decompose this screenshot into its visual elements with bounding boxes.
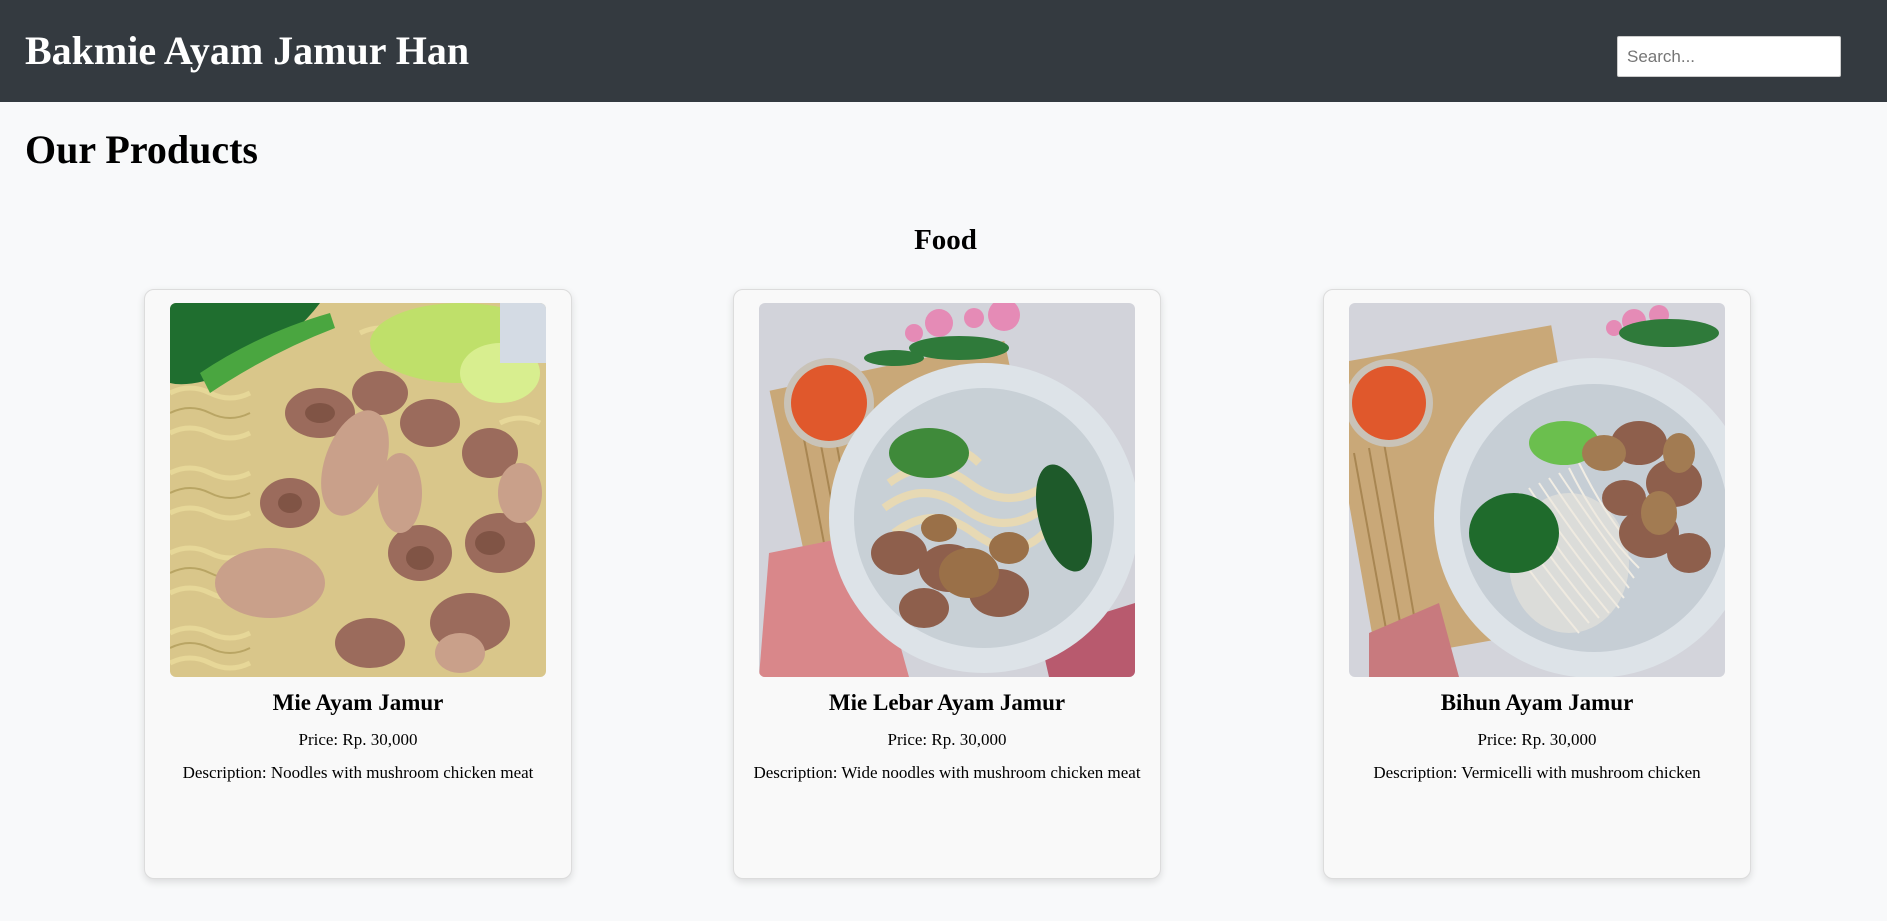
product-image[interactable] [759,303,1135,677]
product-card[interactable]: Bihun Ayam Jamur Price: Rp. 30,000 Descr… [1323,289,1751,879]
product-card[interactable]: Mie Lebar Ayam Jamur Price: Rp. 30,000 D… [733,289,1161,879]
section-title-food: Food [914,224,977,256]
product-name: Bihun Ayam Jamur [1440,690,1634,715]
product-image[interactable] [170,303,546,677]
search-input[interactable] [1617,36,1841,77]
product-price: Price: Rp. 30,000 [887,730,1007,749]
product-name: Mie Lebar Ayam Jamur [828,690,1066,715]
product-image[interactable] [1349,303,1725,677]
product-price: Price: Rp. 30,000 [1477,730,1597,749]
product-description: Description: Vermicelli with mushroom ch… [1373,763,1701,782]
page-title: Our Products [25,127,258,172]
product-description: Description: Noodles with mushroom chick… [182,763,534,782]
brand-title[interactable]: Bakmie Ayam Jamur Han [25,28,469,74]
product-price: Price: Rp. 30,000 [298,730,418,749]
product-description: Description: Wide noodles with mushroom … [753,763,1141,782]
product-name: Mie Ayam Jamur [272,690,444,715]
product-card[interactable]: Mie Ayam Jamur Price: Rp. 30,000 Descrip… [144,289,572,879]
top-navbar: Bakmie Ayam Jamur Han [0,0,1887,102]
